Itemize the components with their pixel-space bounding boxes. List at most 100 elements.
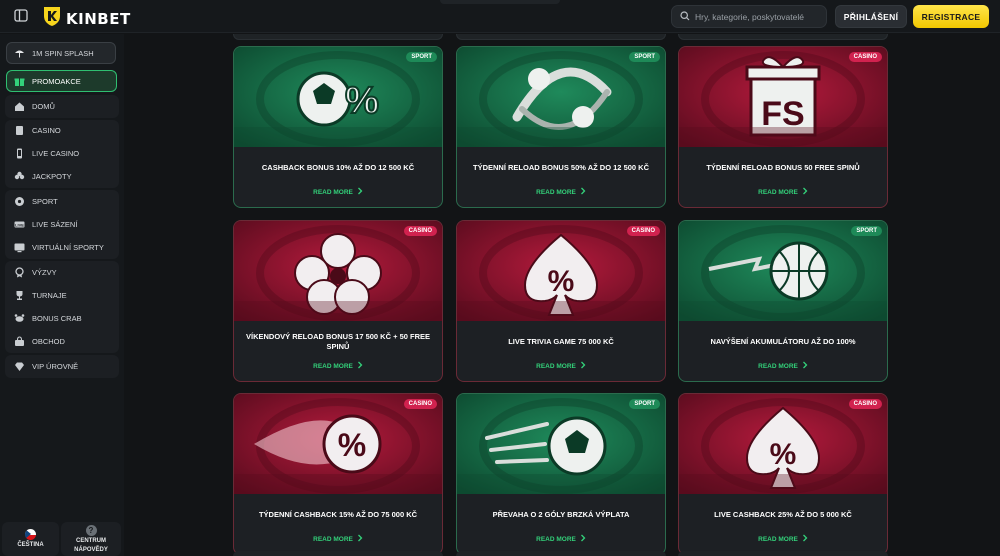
help-center-button[interactable]: ? CENTRUM NÁPOVĚDY <box>61 522 121 556</box>
read-more-link[interactable]: READ MORE <box>234 534 442 544</box>
sidebar-item-label: SPORT <box>32 197 58 206</box>
language-label: ČEŠTINA <box>17 542 44 548</box>
promo-card-art: % <box>679 394 887 494</box>
read-more-label: READ MORE <box>536 188 576 196</box>
soccer-percent-icon: % <box>296 71 380 127</box>
sidebar-item-shop[interactable]: OBCHOD <box>7 331 118 352</box>
sidebar: 1M SPIN SPLASH PROMOAKCE DOMŮ CASINO LIV… <box>0 34 124 556</box>
read-more-link[interactable]: READ MORE <box>457 187 665 197</box>
language-selector[interactable]: ČEŠTINA <box>2 522 59 556</box>
sidebar-item-label: LIVE SÁZENÍ <box>32 220 78 229</box>
shop-icon <box>14 336 25 347</box>
help-label-line1: CENTRUM <box>76 537 106 544</box>
sidebar-toggle-icon[interactable] <box>14 9 30 23</box>
card-edge-top <box>678 34 888 40</box>
read-more-link[interactable]: READ MORE <box>234 361 442 371</box>
category-badge: CASINO <box>403 226 437 236</box>
promo-card[interactable]: % CASINO TÝDENNÍ CASHBACK 15% AŽ DO 75 0… <box>233 393 443 555</box>
read-more-link[interactable]: READ MORE <box>234 187 442 197</box>
svg-text:%: % <box>548 265 575 298</box>
promo-title: PŘEVAHA O 2 GÓLY BRZKÁ VÝPLATA <box>492 510 630 519</box>
sidebar-item-jackpots[interactable]: JACKPOTY <box>7 166 118 187</box>
brand-name: KINBET <box>66 9 131 28</box>
sidebar-item-home[interactable]: DOMŮ <box>7 96 118 117</box>
crab-icon <box>14 313 25 324</box>
promotions-grid: % SPORT CASHBACK BONUS 10% AŽ DO 12 500 … <box>124 34 1000 556</box>
read-more-link[interactable]: READ MORE <box>457 361 665 371</box>
category-badge: CASINO <box>403 399 437 409</box>
promo-title: VÍKENDOVÝ RELOAD BONUS 17 500 KČ + 50 FR… <box>245 332 430 351</box>
promo-title: TÝDENNÍ RELOAD BONUS 50 FREE SPINŮ <box>706 163 860 172</box>
promo-card[interactable]: SPORT TÝDENNÍ RELOAD BONUS 50% AŽ DO 12 … <box>456 46 666 208</box>
promo-title: NAVÝŠENÍ AKUMULÁTORU AŽ DO 100% <box>710 337 856 346</box>
sidebar-item-label: VIRTUÁLNÍ SPORTY <box>32 243 104 252</box>
diamond-icon <box>14 361 25 372</box>
read-more-label: READ MORE <box>758 188 798 196</box>
sidebar-item-label: VIP ÚROVNĚ <box>32 362 79 371</box>
sidebar-item-live-casino[interactable]: LIVE CASINO <box>7 143 118 164</box>
promo-card-art: % <box>234 394 442 494</box>
register-button[interactable]: REGISTRACE <box>913 5 989 28</box>
chevron-right-icon <box>802 187 808 197</box>
category-badge: SPORT <box>406 52 437 62</box>
home-icon <box>14 101 25 112</box>
sidebar-item-label: PROMOAKCE <box>32 76 81 86</box>
sidebar-item-live-betting[interactable]: LIVE LIVE SÁZENÍ <box>7 214 118 235</box>
promo-card[interactable]: % CASINO LIVE TRIVIA GAME 75 000 KČ READ… <box>456 220 666 382</box>
sidebar-item-label: BONUS CRAB <box>32 314 82 323</box>
search-input[interactable] <box>695 11 825 22</box>
category-badge: CASINO <box>848 52 882 62</box>
promo-card-art <box>457 47 665 147</box>
promo-card[interactable]: CASINO VÍKENDOVÝ RELOAD BONUS 17 500 KČ … <box>233 220 443 382</box>
promo-card-art: % <box>234 47 442 147</box>
chevron-right-icon <box>802 534 808 544</box>
card-edge-bottom <box>456 551 666 556</box>
sidebar-item-tournaments[interactable]: TURNAJE <box>7 285 118 306</box>
category-badge: SPORT <box>629 52 660 62</box>
sidebar-item-label: DOMŮ <box>32 102 55 111</box>
read-more-link[interactable]: READ MORE <box>679 361 887 371</box>
login-button[interactable]: PŘIHLÁŠENÍ <box>835 5 907 28</box>
read-more-link[interactable]: READ MORE <box>679 534 887 544</box>
promo-title: TÝDENNÍ RELOAD BONUS 50% AŽ DO 12 500 KČ <box>472 163 649 172</box>
help-icon: ? <box>85 524 97 536</box>
promo-title: LIVE CASHBACK 25% AŽ DO 5 000 KČ <box>714 510 852 519</box>
promo-card[interactable]: % SPORT CASHBACK BONUS 10% AŽ DO 12 500 … <box>233 46 443 208</box>
category-badge: SPORT <box>851 226 882 236</box>
read-more-label: READ MORE <box>758 535 798 543</box>
sidebar-item-label: TURNAJE <box>32 291 67 300</box>
help-label-line2: NÁPOVĚDY <box>74 546 108 553</box>
svg-text:%: % <box>770 438 797 471</box>
read-more-link[interactable]: READ MORE <box>457 534 665 544</box>
czech-flag-icon <box>25 529 36 540</box>
sidebar-item-challenges[interactable]: VÝZVY <box>7 262 118 283</box>
promo-card[interactable]: FS CASINO TÝDENNÍ RELOAD BONUS 50 FREE S… <box>678 46 888 208</box>
monitor-icon <box>14 242 25 253</box>
promo-card[interactable]: SPORT NAVÝŠENÍ AKUMULÁTORU AŽ DO 100% RE… <box>678 220 888 382</box>
top-header: KINBET PŘIHLÁŠENÍ REGISTRACE <box>0 0 1000 33</box>
soccer-ball-icon <box>14 196 25 207</box>
sidebar-item-label: OBCHOD <box>32 337 65 346</box>
chevron-right-icon <box>357 534 363 544</box>
svg-text:%: % <box>338 427 366 463</box>
sidebar-item-bonus-crab[interactable]: BONUS CRAB <box>7 308 118 329</box>
chevron-right-icon <box>802 361 808 371</box>
promo-card[interactable]: SPORT PŘEVAHA O 2 GÓLY BRZKÁ VÝPLATA REA… <box>456 393 666 555</box>
chevron-right-icon <box>357 361 363 371</box>
chevron-right-icon <box>580 187 586 197</box>
read-more-link[interactable]: READ MORE <box>679 187 887 197</box>
sidebar-item-spin-splash[interactable]: 1M SPIN SPLASH <box>6 42 116 64</box>
sidebar-item-sport[interactable]: SPORT <box>7 191 118 212</box>
category-badge: SPORT <box>629 399 660 409</box>
sidebar-item-vip[interactable]: VIP ÚROVNĚ <box>7 356 118 377</box>
search-box[interactable] <box>671 5 827 28</box>
promo-card[interactable]: % CASINO LIVE CASHBACK 25% AŽ DO 5 000 K… <box>678 393 888 555</box>
svg-text:%: % <box>345 80 379 122</box>
card-edge-top <box>456 34 666 40</box>
sidebar-item-virtual-sports[interactable]: VIRTUÁLNÍ SPORTY <box>7 237 118 258</box>
live-icon: LIVE <box>14 219 25 230</box>
sidebar-item-casino[interactable]: CASINO <box>7 120 118 141</box>
sidebar-item-promotions[interactable]: PROMOAKCE <box>6 70 117 92</box>
brand-logo[interactable]: KINBET <box>42 5 131 32</box>
chevron-right-icon <box>580 361 586 371</box>
